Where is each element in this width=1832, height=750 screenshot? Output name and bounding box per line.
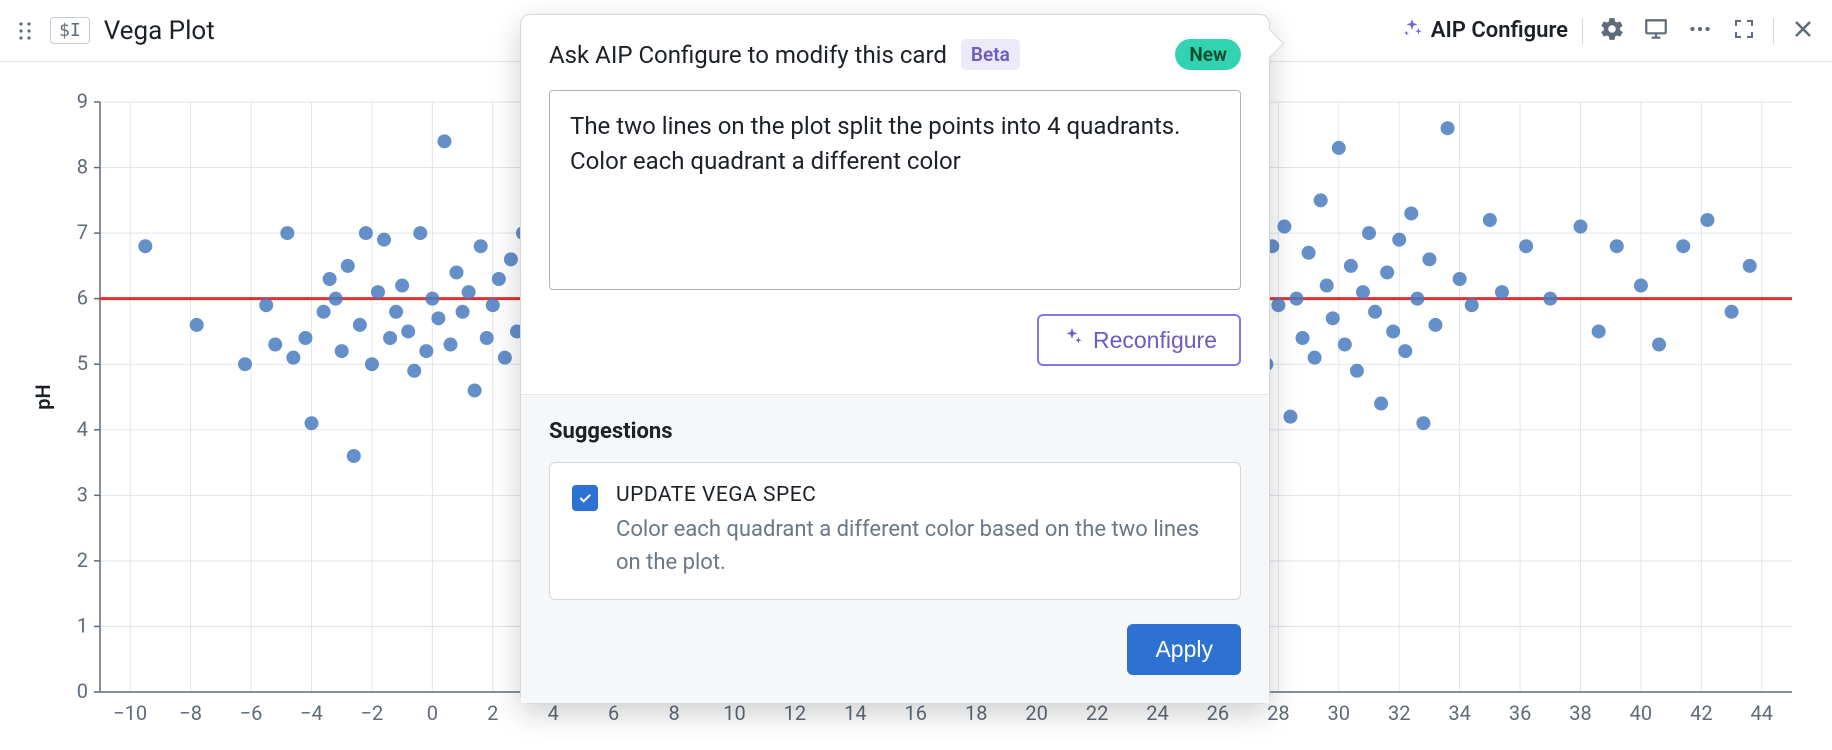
svg-text:1: 1 [77,613,88,637]
apply-button[interactable]: Apply [1127,624,1241,675]
svg-text:−6: −6 [240,701,263,725]
more-button[interactable] [1685,16,1715,46]
presentation-icon [1643,16,1669,46]
svg-text:16: 16 [905,701,927,725]
svg-text:42: 42 [1690,701,1712,725]
svg-text:26: 26 [1207,701,1229,725]
svg-text:14: 14 [844,701,866,725]
prompt-input[interactable] [549,90,1241,290]
gear-icon [1599,16,1625,46]
svg-text:40: 40 [1630,701,1652,725]
suggestion-heading: UPDATE VEGA SPEC [616,483,1218,507]
svg-text:12: 12 [784,701,806,725]
svg-text:8: 8 [77,155,88,179]
svg-text:38: 38 [1569,701,1591,725]
svg-text:−8: −8 [179,701,202,725]
reconfigure-button[interactable]: Reconfigure [1037,314,1241,366]
reconfigure-label: Reconfigure [1093,327,1217,354]
svg-text:5: 5 [77,351,88,375]
svg-text:2: 2 [77,548,88,572]
popover-title: Ask AIP Configure to modify this card [549,41,947,69]
divider [1582,18,1583,44]
svg-text:7: 7 [77,220,88,244]
svg-text:28: 28 [1267,701,1289,725]
suggestion-desc: Color each quadrant a different color ba… [616,513,1218,579]
variable-token[interactable]: $I [50,17,90,44]
svg-text:44: 44 [1751,701,1773,725]
svg-text:4: 4 [548,701,559,725]
present-button[interactable] [1641,16,1671,46]
drag-handle[interactable] [14,20,36,42]
svg-text:36: 36 [1509,701,1531,725]
suggestion-card[interactable]: UPDATE VEGA SPEC Color each quadrant a d… [549,462,1241,600]
close-button[interactable] [1788,16,1818,46]
svg-text:32: 32 [1388,701,1410,725]
close-icon [1791,17,1815,45]
sparkle-icon [1401,17,1423,45]
aip-popover: Ask AIP Configure to modify this card Be… [520,14,1270,704]
fullscreen-button[interactable] [1729,16,1759,46]
beta-badge: Beta [961,39,1020,70]
svg-text:10: 10 [723,701,745,725]
aip-configure-label: AIP Configure [1431,18,1568,43]
svg-text:6: 6 [77,286,88,310]
svg-text:24: 24 [1146,701,1168,725]
svg-text:4: 4 [77,417,88,441]
svg-text:22: 22 [1086,701,1108,725]
svg-text:0: 0 [77,679,88,703]
expand-icon [1732,17,1756,45]
svg-text:0: 0 [427,701,438,725]
aip-configure-button[interactable]: AIP Configure [1401,17,1568,45]
svg-text:−2: −2 [361,701,384,725]
svg-text:30: 30 [1328,701,1350,725]
suggestion-checkbox[interactable] [572,485,598,511]
svg-text:2: 2 [487,701,498,725]
svg-text:pH: pH [31,384,55,409]
settings-button[interactable] [1597,16,1627,46]
suggestions-section: Suggestions UPDATE VEGA SPEC Color each … [521,394,1269,703]
svg-text:3: 3 [77,482,88,506]
svg-text:−4: −4 [300,701,323,725]
more-icon [1687,16,1713,46]
new-badge: New [1175,39,1241,70]
svg-text:18: 18 [965,701,987,725]
svg-text:8: 8 [668,701,679,725]
svg-text:9: 9 [77,89,88,113]
svg-text:−10: −10 [113,701,147,725]
suggestions-heading: Suggestions [549,419,1241,444]
svg-text:20: 20 [1025,701,1047,725]
divider [1773,18,1774,44]
svg-text:34: 34 [1448,701,1470,725]
sparkle-icon [1061,326,1083,354]
svg-text:6: 6 [608,701,619,725]
